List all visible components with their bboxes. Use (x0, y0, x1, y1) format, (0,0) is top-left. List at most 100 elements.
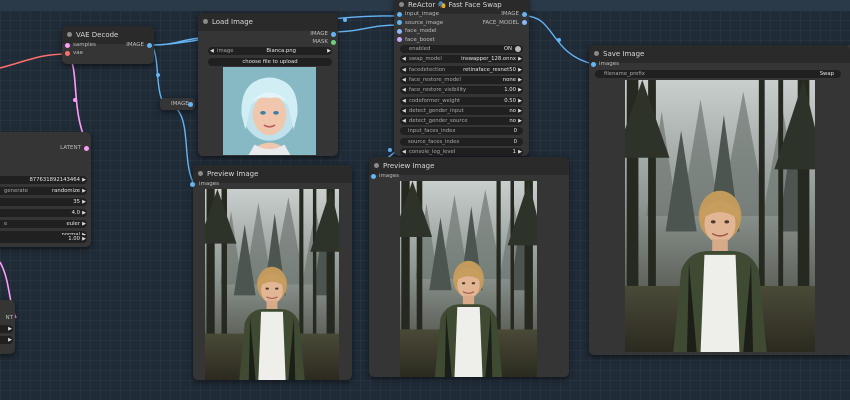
save-image-node[interactable]: Save Image images filename_prefix Swap (589, 45, 850, 355)
save-image-preview (625, 80, 815, 352)
load-image-upload-button[interactable]: choose file to upload (208, 58, 332, 66)
reactor-widget-codeformer-weight[interactable]: ◀ codeformer_weight 0.50 ▶ (400, 96, 523, 105)
save-image-title[interactable]: Save Image (589, 45, 850, 63)
chevron-left-icon[interactable]: ◀ (402, 97, 406, 105)
preview2-input-images-label: images (379, 173, 399, 179)
reactor-widget-face-restore-model[interactable]: ◀ face_restore_model none ▶ (400, 75, 523, 84)
reactor-input-face-model-dot[interactable] (397, 28, 402, 34)
reactor-widget-value: ON (503, 46, 512, 52)
ksampler-cfg-widget[interactable]: 4.0 ▶ (0, 209, 87, 217)
reactor-widget-value: none (502, 76, 516, 83)
chevron-right-icon[interactable]: ▶ (8, 325, 12, 333)
bottom-left-widget-2[interactable]: ▶ (0, 336, 13, 344)
chevron-right-icon[interactable]: ▶ (82, 220, 86, 228)
chevron-right-icon[interactable]: ▶ (82, 176, 86, 184)
load-image-output-mask-dot[interactable] (331, 39, 336, 45)
reactor-output-face-model-dot[interactable] (522, 20, 527, 26)
chevron-right-icon[interactable]: ▶ (518, 97, 522, 105)
chevron-right-icon[interactable]: ▶ (82, 187, 86, 195)
chevron-left-icon[interactable]: ◀ (402, 148, 406, 156)
load-image-output-image-dot[interactable] (331, 31, 336, 37)
load-image-title[interactable]: Load Image (198, 13, 338, 31)
load-image-node[interactable]: Load Image IMAGE MASK ◀ image Bianca.png… (198, 13, 338, 156)
ksampler-output-latent-label: LATENT (60, 145, 81, 151)
ksampler-sampler-widget[interactable]: e euler ▶ (0, 220, 87, 228)
reactor-output-image-dot[interactable] (522, 11, 527, 17)
load-image-upload-label: choose file to upload (242, 59, 298, 65)
preview2-title[interactable]: Preview Image (369, 157, 569, 175)
chevron-left-icon[interactable]: ◀ (402, 55, 406, 63)
workflow-canvas[interactable]: LATENT 877631892143464 ▶ generate random… (0, 0, 850, 400)
load-image-file-combo[interactable]: ◀ image Bianca.png ▶ (208, 47, 332, 55)
ksampler-seed-widget[interactable]: 877631892143464 ▶ (0, 176, 87, 184)
preview-image-node-2[interactable]: Preview Image images (369, 157, 569, 377)
reactor-input-input-image-dot[interactable] (397, 11, 402, 17)
reactor-widget-detect-gender-input[interactable]: ◀ detect_gender_input no ▶ (400, 106, 523, 115)
reactor-input-face-boost-dot[interactable] (397, 37, 402, 43)
vae-decode-node[interactable]: VAE Decode samples vae IMAGE (62, 26, 154, 64)
reactor-node[interactable]: ReActor 🎭 Fast Face Swap input_image sour… (394, 0, 529, 156)
reroute-output-dot[interactable] (188, 101, 193, 107)
reactor-widget-detect-gender-source[interactable]: ◀ detect_gender_source no ▶ (400, 117, 523, 126)
reactor-widget-enabled[interactable]: enabled ON (400, 45, 523, 53)
toggle-knob-icon[interactable] (515, 46, 521, 52)
vae-decode-input-samples-label: samples (73, 42, 96, 48)
chevron-right-icon[interactable]: ▶ (518, 76, 522, 84)
ksampler-denoise-value: 1.00 (68, 236, 80, 242)
bottom-left-widget-1[interactable]: ▶ (0, 325, 13, 333)
vae-decode-input-vae-label: vae (73, 50, 84, 56)
save-image-input-images-label: images (599, 61, 619, 67)
ksampler-denoise-widget[interactable]: 1.00 ▶ (0, 235, 87, 243)
vae-decode-input-vae-dot[interactable] (65, 51, 70, 56)
preview2-input-images-dot[interactable] (371, 174, 376, 179)
chevron-right-icon[interactable]: ▶ (327, 47, 331, 55)
chevron-right-icon[interactable]: ▶ (82, 209, 86, 217)
forest-woman-image (625, 80, 815, 352)
save-image-prefix-value: Swap (819, 71, 834, 77)
chevron-left-icon[interactable]: ◀ (210, 47, 214, 55)
chevron-left-icon[interactable]: ◀ (402, 107, 406, 115)
ksampler-control-value: randomize (51, 188, 80, 194)
chevron-right-icon[interactable]: ▶ (82, 198, 86, 206)
bottom-left-node[interactable]: NT ▶ ▶ (0, 300, 15, 354)
chevron-right-icon[interactable]: ▶ (518, 107, 522, 115)
vae-decode-output-image-label: IMAGE (126, 42, 144, 48)
chevron-left-icon[interactable]: ◀ (402, 86, 406, 94)
reactor-widget-value: 0 (513, 128, 517, 135)
chevron-right-icon[interactable]: ▶ (518, 55, 522, 63)
ksampler-output-latent-dot[interactable] (84, 145, 89, 151)
chevron-right-icon[interactable]: ▶ (518, 86, 522, 94)
chevron-right-icon[interactable]: ▶ (8, 336, 12, 344)
reroute-label: IMAGE (171, 101, 189, 107)
reactor-widget-console-log-level[interactable]: ◀ console_log_level 1 ▶ (400, 148, 523, 156)
reactor-widget-face-restore-visibility[interactable]: ◀ face_restore_visibility 1.00 ▶ (400, 86, 523, 95)
save-image-input-images-dot[interactable] (591, 62, 596, 67)
preview1-input-images-dot[interactable] (190, 182, 195, 187)
chevron-right-icon[interactable]: ▶ (518, 117, 522, 125)
chevron-left-icon[interactable]: ◀ (402, 76, 406, 84)
chevron-left-icon[interactable]: ◀ (402, 66, 406, 74)
reactor-widget-swap-model[interactable]: ◀ swap_model inswapper_128.onnx ▶ (400, 55, 523, 64)
chevron-right-icon[interactable]: ▶ (518, 148, 522, 156)
vae-decode-input-samples-dot[interactable] (65, 43, 70, 48)
reroute-node[interactable]: IMAGE (160, 98, 195, 110)
reactor-widget-value: 0 (513, 138, 517, 145)
reactor-widget-facedetection[interactable]: ◀ facedetection retinaface_resnet50 ▶ (400, 65, 523, 74)
reactor-widget-input-faces-index[interactable]: input_faces_index 0 (400, 127, 523, 136)
chevron-left-icon[interactable]: ◀ (402, 117, 406, 125)
load-image-output-mask-label: MASK (312, 39, 328, 45)
reactor-input-source-image-dot[interactable] (397, 20, 402, 26)
preview-image-node-1[interactable]: Preview Image images (190, 165, 352, 380)
reactor-widget-value: 1.00 (504, 87, 516, 94)
ksampler-steps-widget[interactable]: 35 ▶ (0, 198, 87, 206)
vae-decode-output-image-dot[interactable] (147, 43, 152, 48)
chevron-right-icon[interactable]: ▶ (82, 235, 86, 243)
ksampler-node[interactable]: LATENT 877631892143464 ▶ generate random… (0, 132, 91, 247)
ksampler-control-widget[interactable]: generate randomize ▶ (0, 187, 87, 195)
load-image-file-label: image (217, 48, 234, 54)
chevron-right-icon[interactable]: ▶ (518, 66, 522, 74)
reactor-widget-source-faces-index[interactable]: source_faces_index 0 (400, 137, 523, 146)
reactor-input-input-image-label: input_image (405, 11, 440, 17)
link-midpoint-dot-2 (557, 38, 561, 42)
save-image-prefix-widget[interactable]: filename_prefix Swap (595, 70, 841, 78)
